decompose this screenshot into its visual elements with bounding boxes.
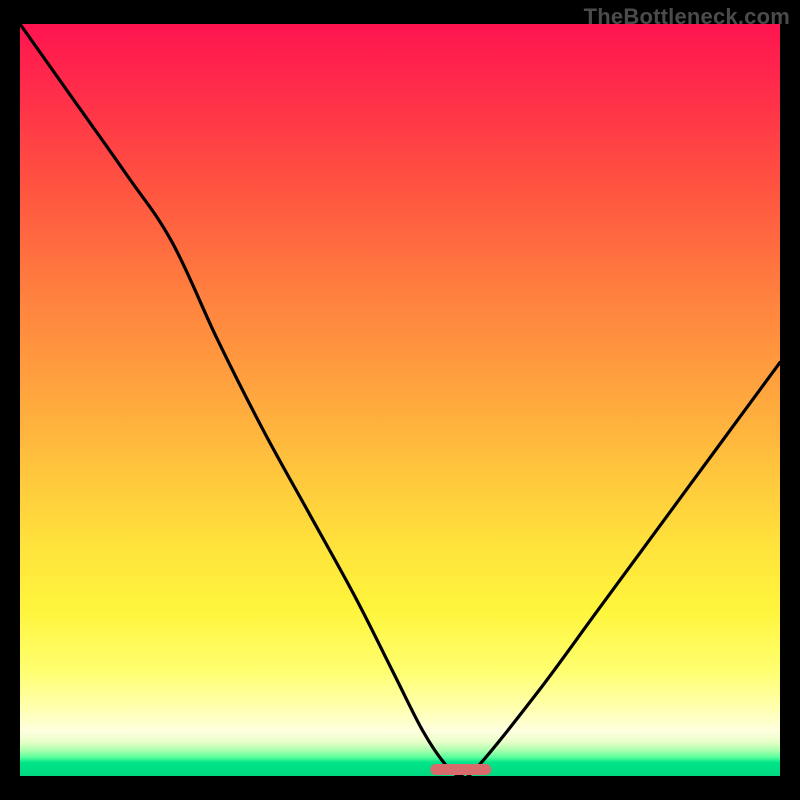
plot-svg — [20, 24, 780, 776]
chart-frame: TheBottleneck.com — [0, 0, 800, 800]
bottleneck-plot — [20, 24, 780, 776]
optimum-marker — [430, 764, 491, 775]
bottleneck-curve — [20, 24, 780, 776]
